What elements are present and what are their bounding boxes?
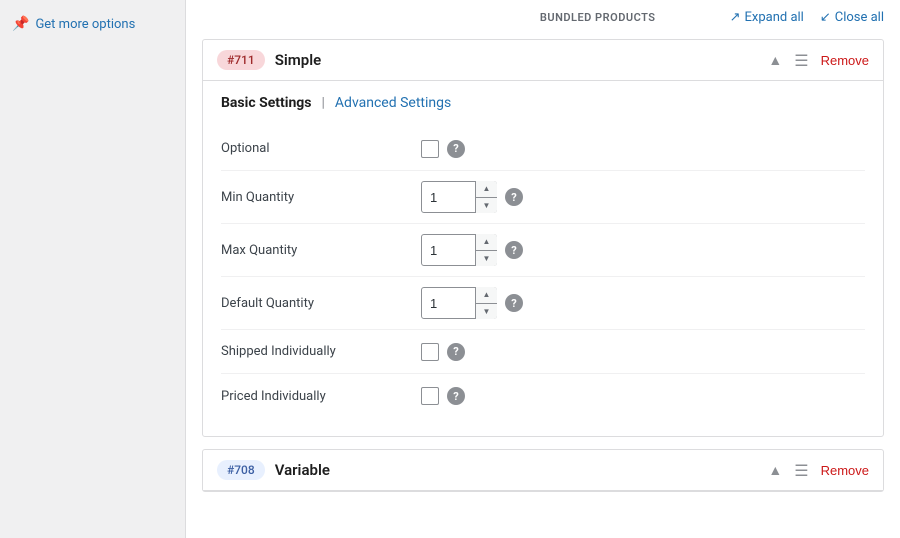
shipped-individually-control: ? (421, 343, 465, 361)
hamburger-menu-icon-708[interactable]: ☰ (794, 461, 808, 480)
max-quantity-spinner: ▲ ▼ (475, 234, 497, 266)
max-quantity-down-btn[interactable]: ▼ (476, 251, 497, 267)
header-actions-708: ▲ ☰ Remove (768, 461, 869, 480)
min-quantity-spinner: ▲ ▼ (475, 181, 497, 213)
product-header-711: #711 Simple ▲ ☰ Remove (203, 40, 883, 81)
advanced-settings-tab[interactable]: Advanced Settings (335, 95, 451, 111)
form-row-min-quantity: Min Quantity ▲ ▼ ? (221, 171, 865, 224)
default-quantity-down-btn[interactable]: ▼ (476, 304, 497, 320)
sort-up-icon-708[interactable]: ▲ (768, 462, 782, 479)
default-quantity-up-btn[interactable]: ▲ (476, 287, 497, 304)
top-actions: ↗ Expand all ↙ Close all (730, 10, 884, 25)
hamburger-menu-icon[interactable]: ☰ (794, 51, 808, 70)
expand-all-label: Expand all (745, 10, 804, 25)
form-row-default-quantity: Default Quantity ▲ ▼ ? (221, 277, 865, 330)
get-more-options-label: Get more options (35, 17, 135, 32)
sort-up-icon[interactable]: ▲ (768, 52, 782, 69)
basic-settings-tab[interactable]: Basic Settings (221, 95, 312, 111)
max-quantity-control: ▲ ▼ ? (421, 234, 523, 266)
shipped-individually-checkbox[interactable] (421, 343, 439, 361)
header-actions-711: ▲ ☰ Remove (768, 51, 869, 70)
product-card-711: #711 Simple ▲ ☰ Remove Basic Settings | … (202, 39, 884, 437)
get-more-options-link[interactable]: 📌 Get more options (12, 16, 173, 32)
product-name-708: Variable (275, 461, 769, 479)
default-quantity-spinner: ▲ ▼ (475, 287, 497, 319)
remove-button-711[interactable]: Remove (821, 53, 869, 68)
shipped-individually-help-icon[interactable]: ? (447, 343, 465, 361)
min-quantity-down-btn[interactable]: ▼ (476, 198, 497, 214)
default-quantity-input-wrap: ▲ ▼ (421, 287, 497, 319)
form-row-max-quantity: Max Quantity ▲ ▼ ? (221, 224, 865, 277)
expand-all-link[interactable]: ↗ Expand all (730, 10, 804, 25)
form-row-optional: Optional ? (221, 127, 865, 171)
shipped-individually-label: Shipped Individually (221, 344, 421, 359)
min-quantity-up-btn[interactable]: ▲ (476, 181, 497, 198)
page-title: BUNDLED PRODUCTS (466, 11, 730, 24)
max-quantity-input-wrap: ▲ ▼ (421, 234, 497, 266)
product-body-711: Basic Settings | Advanced Settings Optio… (203, 81, 883, 436)
expand-arrows-icon: ↗ (730, 10, 741, 25)
close-arrows-icon: ↙ (820, 10, 831, 25)
close-all-link[interactable]: ↙ Close all (820, 10, 884, 25)
max-quantity-up-btn[interactable]: ▲ (476, 234, 497, 251)
remove-button-708[interactable]: Remove (821, 463, 869, 478)
product-header-708: #708 Variable ▲ ☰ Remove (203, 450, 883, 491)
priced-individually-label: Priced Individually (221, 389, 421, 404)
max-quantity-label: Max Quantity (221, 243, 421, 258)
scroll-area: #711 Simple ▲ ☰ Remove Basic Settings | … (186, 31, 900, 538)
min-quantity-control: ▲ ▼ ? (421, 181, 523, 213)
default-quantity-control: ▲ ▼ ? (421, 287, 523, 319)
pin-icon: 📌 (12, 16, 29, 32)
min-quantity-label: Min Quantity (221, 190, 421, 205)
default-quantity-help-icon[interactable]: ? (505, 294, 523, 312)
optional-checkbox[interactable] (421, 140, 439, 158)
sidebar: 📌 Get more options (0, 0, 185, 538)
min-quantity-help-icon[interactable]: ? (505, 188, 523, 206)
priced-individually-help-icon[interactable]: ? (447, 387, 465, 405)
default-quantity-label: Default Quantity (221, 296, 421, 311)
min-quantity-input-wrap: ▲ ▼ (421, 181, 497, 213)
top-bar: BUNDLED PRODUCTS ↗ Expand all ↙ Close al… (186, 0, 900, 31)
priced-individually-checkbox[interactable] (421, 387, 439, 405)
optional-help-icon[interactable]: ? (447, 140, 465, 158)
form-row-priced-individually: Priced Individually ? (221, 374, 865, 418)
product-badge-708: #708 (217, 460, 265, 480)
product-badge-711: #711 (217, 50, 265, 70)
close-all-label: Close all (835, 10, 884, 25)
product-card-708: #708 Variable ▲ ☰ Remove (202, 449, 884, 492)
settings-tabs-711: Basic Settings | Advanced Settings (221, 95, 865, 111)
product-name-711: Simple (275, 51, 769, 69)
priced-individually-control: ? (421, 387, 465, 405)
form-row-shipped-individually: Shipped Individually ? (221, 330, 865, 374)
main-content: BUNDLED PRODUCTS ↗ Expand all ↙ Close al… (185, 0, 900, 538)
optional-label: Optional (221, 141, 421, 156)
tab-divider: | (322, 95, 325, 111)
max-quantity-help-icon[interactable]: ? (505, 241, 523, 259)
optional-control: ? (421, 140, 465, 158)
